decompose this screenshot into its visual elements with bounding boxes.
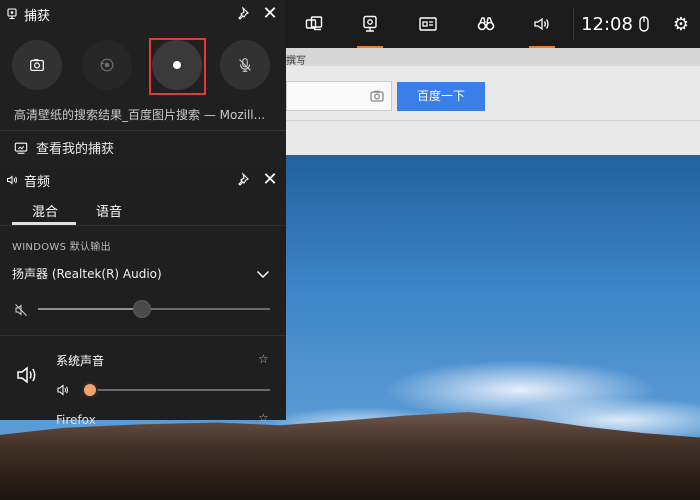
system-sound-mute-button[interactable] [56, 382, 70, 396]
chevron-down-icon [256, 270, 270, 279]
active-indicator [357, 46, 383, 48]
star-icon: ☆ [258, 411, 269, 425]
looking-for-group-icon [477, 17, 495, 31]
system-sound-icon-container [15, 363, 39, 387]
audio-tabs: 混合 语音 [0, 197, 286, 225]
see-my-captures-label: 查看我的捕获 [36, 142, 115, 157]
camera-icon[interactable] [369, 88, 385, 104]
see-my-captures-link[interactable]: 查看我的捕获 [14, 138, 114, 157]
clock: 12:08 [581, 13, 633, 35]
speaker-muted-icon [15, 304, 27, 316]
game-bar-topbar: 12:08 ⚙ [286, 0, 700, 48]
record-button-highlight [149, 38, 206, 95]
divider [286, 120, 700, 121]
speaker-icon [57, 384, 69, 396]
speaker-icon [17, 366, 36, 384]
audio-widget-title: 音频 [24, 174, 51, 190]
mic-toggle-button[interactable] [220, 40, 270, 90]
close-button[interactable]: ✕ [260, 170, 280, 190]
audio-widget-button[interactable] [524, 0, 560, 48]
tab-voice[interactable]: 语音 [96, 201, 122, 220]
mic-off-icon [239, 58, 251, 72]
capture-widget-title: 捕获 [24, 8, 51, 24]
search-button[interactable]: 百度一下 [397, 82, 485, 111]
browser-top-strip-text: 撰写 [286, 56, 306, 67]
device-volume-slider[interactable] [38, 300, 270, 318]
device-volume-fill [38, 308, 142, 310]
gallery-icon [14, 142, 28, 154]
pin-icon [238, 172, 249, 186]
settings-icon: ⚙ [672, 13, 690, 35]
divider [573, 8, 574, 40]
output-device-select[interactable]: 扬声器 (Realtek(R) Audio) [12, 265, 162, 282]
browser-top-strip: 撰写 [286, 48, 700, 67]
mouse-button[interactable] [630, 0, 658, 48]
browser-search-input[interactable] [286, 81, 392, 111]
performance-widget-button[interactable] [410, 0, 446, 48]
mountain [0, 412, 700, 500]
screenshot-button[interactable] [12, 40, 62, 90]
browser-page: 撰写 百度一下 [286, 48, 700, 155]
device-mute-button[interactable] [14, 302, 28, 316]
favorite-button[interactable]: ☆ [258, 411, 269, 425]
firefox-app-label: Firefox [56, 413, 96, 427]
capture-buttons [12, 40, 282, 94]
system-sound-label: 系统声音 [56, 354, 105, 368]
close-icon: ✕ [262, 3, 278, 24]
performance-icon [419, 17, 437, 31]
current-app-title: 高清壁纸的搜索结果_百度图片搜索 — Mozill... [14, 108, 266, 122]
capture-widget-button[interactable] [352, 0, 388, 48]
record-last-30s-button[interactable] [82, 40, 132, 90]
star-icon: ☆ [258, 352, 269, 366]
divider [0, 130, 286, 131]
pin-button[interactable] [234, 6, 250, 22]
divider [0, 225, 286, 226]
system-sound-volume-slider[interactable] [82, 382, 270, 398]
device-volume-thumb[interactable] [133, 300, 151, 318]
audio-icon [534, 17, 549, 31]
widget-menu-button[interactable] [296, 0, 332, 48]
pin-button[interactable] [234, 172, 250, 188]
close-icon: ✕ [262, 169, 278, 190]
record-last-icon [100, 58, 114, 72]
capture-icon [363, 15, 377, 32]
looking-for-group-button[interactable] [468, 0, 504, 48]
capture-widget: 捕获 ✕ 高清壁纸的搜索结果_百度图片搜索 — Mozill... 查看我的捕获 [0, 0, 286, 165]
favorite-button[interactable]: ☆ [258, 352, 269, 366]
windows-default-output-label: WINDOWS 默认输出 [12, 242, 111, 253]
close-button[interactable]: ✕ [260, 4, 280, 24]
device-dropdown-button[interactable] [256, 266, 270, 280]
divider [0, 335, 286, 336]
settings-button[interactable]: ⚙ [666, 0, 696, 48]
mouse-icon [639, 16, 649, 32]
pin-icon [238, 6, 249, 20]
system-sound-volume-thumb[interactable] [82, 382, 98, 398]
audio-widget: 音频 ✕ 混合 语音 WINDOWS 默认输出 扬声器 (Realtek(R) … [0, 165, 286, 427]
tab-mix[interactable]: 混合 [32, 201, 58, 220]
camera-icon [30, 59, 44, 71]
capture-icon [6, 8, 18, 20]
active-indicator [529, 46, 555, 48]
speaker-icon [6, 174, 18, 186]
widget-menu-icon [305, 16, 323, 31]
